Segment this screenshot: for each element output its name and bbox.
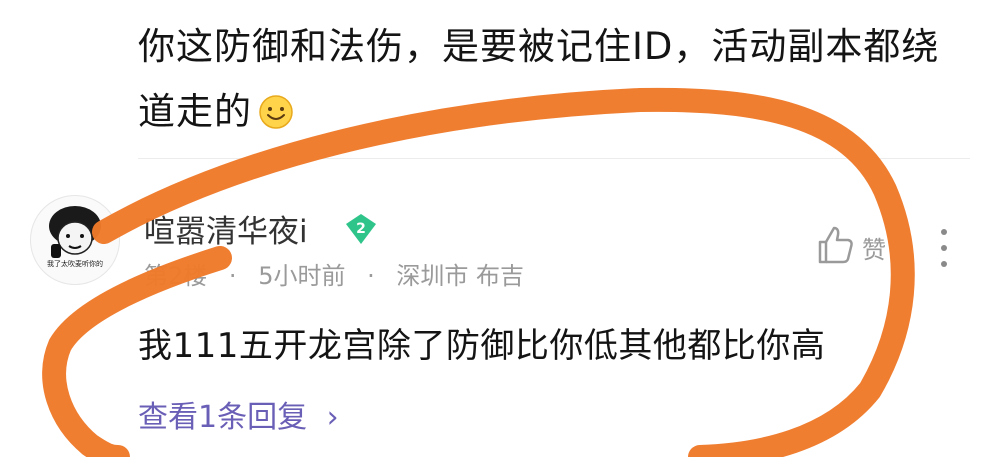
avatar-caption: 我了太吹麦听你的: [47, 260, 103, 268]
smiley-emoji-icon: [259, 95, 293, 129]
meta-separator: ·: [228, 262, 237, 290]
previous-comment-text: 你这防御和法伤，是要被记住ID，活动副本都绕道走的: [138, 14, 958, 144]
avatar[interactable]: 我了太吹麦听你的: [30, 195, 120, 285]
like-icon[interactable]: [812, 222, 858, 268]
post-location: 深圳市 布吉: [396, 262, 525, 290]
more-options-icon[interactable]: [934, 226, 954, 270]
view-replies-link[interactable]: 查看1条回复 ›: [138, 392, 339, 436]
like-label[interactable]: 赞: [862, 230, 886, 265]
comment-body: 我111五开龙宫除了防御比你低其他都比你高: [138, 326, 826, 366]
meta-separator: ·: [367, 262, 375, 290]
meme-face-icon: [49, 206, 101, 258]
comment-meta: 第2楼 · 5小时前 · 深圳市 布吉: [144, 256, 538, 291]
level-number: 2: [356, 221, 366, 237]
post-time: 5小时前: [258, 262, 346, 290]
username[interactable]: 喧嚣清华夜i: [144, 206, 308, 251]
comment-divider: [138, 158, 970, 159]
view-replies-label: 查看1条回复: [138, 400, 308, 435]
floor-number: 第2楼: [144, 262, 208, 290]
chevron-right-icon: ›: [326, 400, 339, 435]
level-badge: 2: [344, 212, 378, 246]
